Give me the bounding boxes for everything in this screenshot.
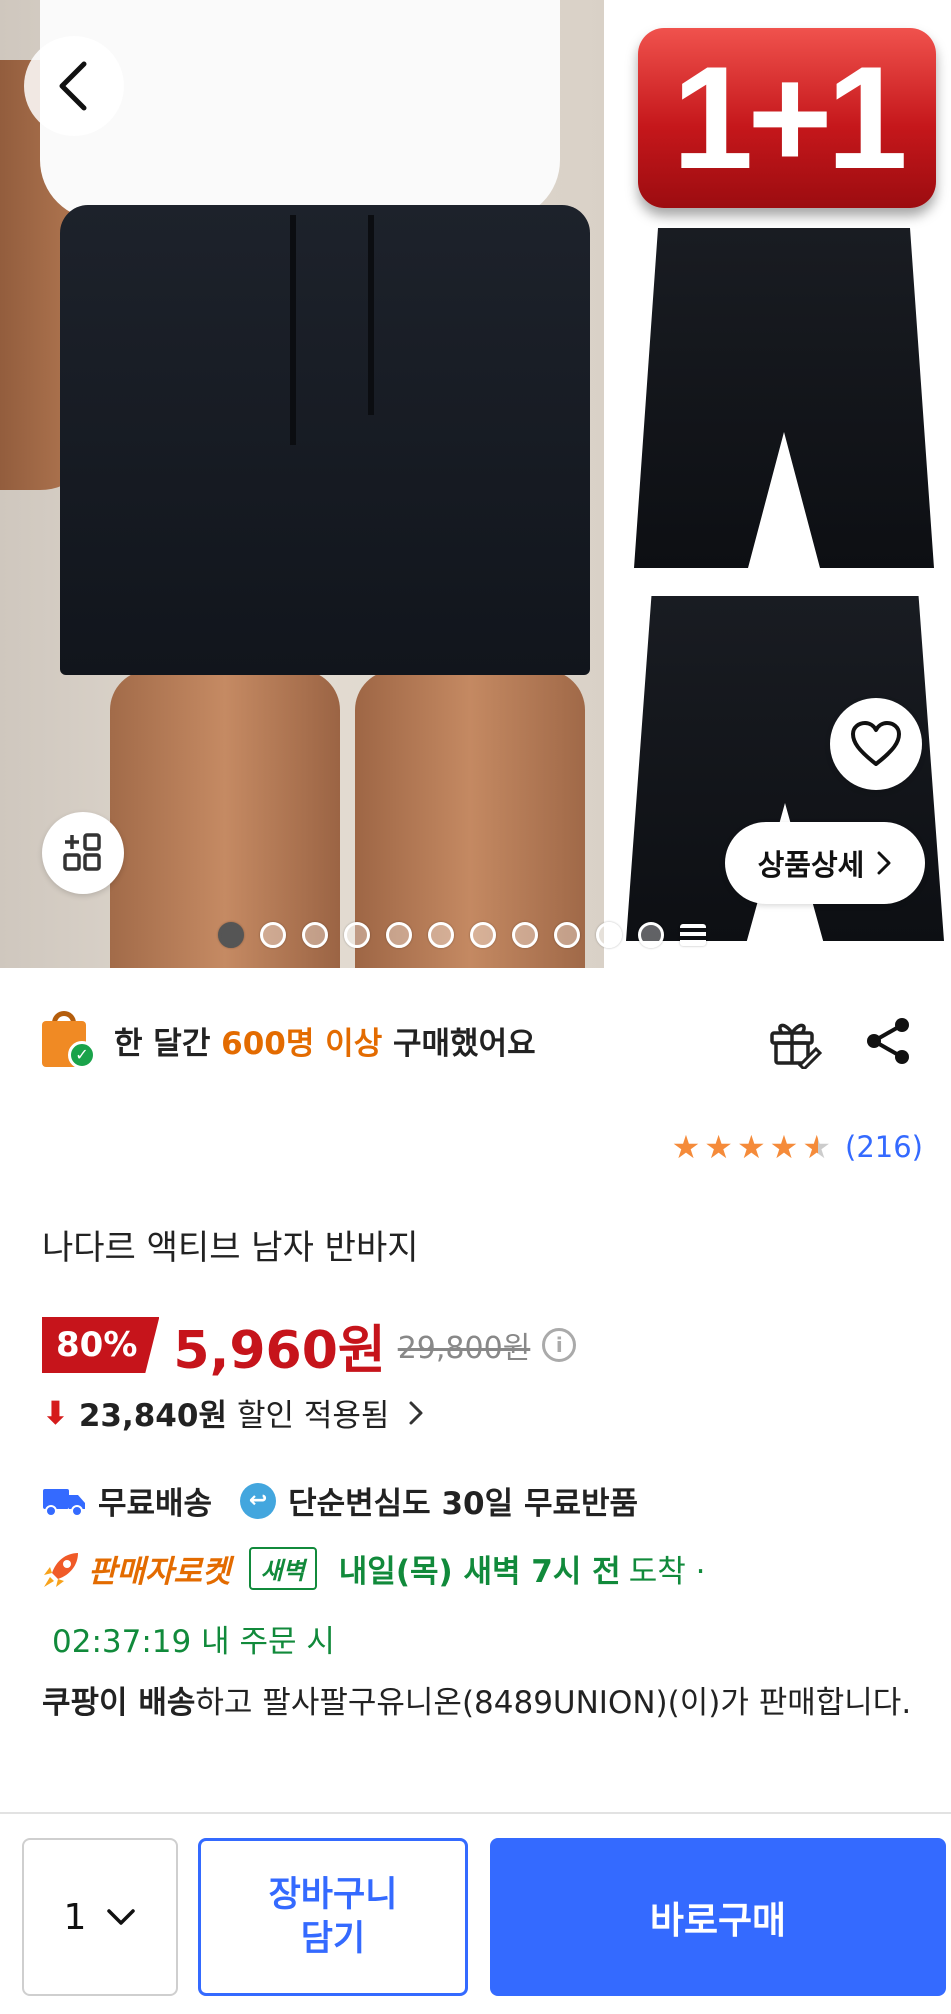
- free-shipping-label: 무료배송: [98, 1486, 213, 1522]
- delivery-row: 판매자로켓 새벽 내일(목) 새벽 7시 전 도착 ·: [42, 1546, 705, 1591]
- return-icon: ↩: [240, 1482, 277, 1519]
- pagination-dot[interactable]: [344, 922, 370, 948]
- pagination-dot[interactable]: [302, 922, 328, 948]
- bottom-action-bar: 1 장바구니 담기 바로구매: [0, 1812, 951, 2014]
- chevron-down-icon: [107, 1909, 136, 1925]
- star-icon: ★: [736, 1128, 766, 1166]
- pagination-dot[interactable]: [512, 922, 538, 948]
- original-price: 29,800원: [397, 1331, 531, 1366]
- seller-rocket-label: 판매자로켓: [88, 1554, 231, 1590]
- free-return-label: 단순변심도 30일 무료반품: [288, 1486, 639, 1522]
- discount-applied-row[interactable]: ⬇ 23,840원 할인 적용됨: [42, 1390, 425, 1435]
- star-icon: ★: [671, 1128, 701, 1166]
- buy-now-button[interactable]: 바로구매: [490, 1838, 946, 1996]
- pagination-dot[interactable]: [638, 922, 664, 948]
- seller-info: 쿠팡이 배송하고 팔사팔구유니온(8489UNION)(이)가 판매합니다.: [42, 1682, 922, 1724]
- quantity-value: 1: [63, 1896, 87, 1938]
- star-icon: ★: [704, 1128, 733, 1166]
- product-title: 나다르 액티브 남자 반바지: [42, 1228, 419, 1268]
- pagination-more-icon[interactable]: [680, 924, 706, 946]
- purchase-count-prefix: 한 달간: [114, 1025, 222, 1062]
- gift-rocket-icon[interactable]: [766, 1013, 822, 1069]
- grid-plus-icon: [63, 833, 101, 871]
- truck-icon: [43, 1488, 85, 1517]
- star-half-icon: ★: [802, 1128, 832, 1166]
- cart-label-line1: 장바구니: [268, 1875, 398, 1915]
- pagination-dot[interactable]: [554, 922, 580, 948]
- heart-icon: [851, 721, 901, 766]
- sale-price: 5,960원: [173, 1320, 386, 1381]
- pagination-dot[interactable]: [596, 922, 622, 948]
- pagination-dot[interactable]: [260, 922, 286, 948]
- chevron-right-icon: [877, 851, 891, 875]
- review-count[interactable]: (216): [845, 1130, 923, 1164]
- purchase-count-row: ✓ 한 달간 600명 이상 구매했어요: [42, 1005, 922, 1075]
- rating-row[interactable]: ★ ★ ★ ★ ★ (216): [672, 1130, 923, 1164]
- shipping-row: 무료배송 ↩ 단순변심도 30일 무료반품: [42, 1478, 638, 1523]
- quantity-select[interactable]: 1: [22, 1838, 178, 1996]
- purchase-count-text: 한 달간 600명 이상 구매했어요: [114, 1018, 536, 1063]
- wishlist-button[interactable]: [830, 698, 922, 790]
- discount-badge: 80%: [42, 1317, 160, 1373]
- grid-view-button[interactable]: [42, 812, 124, 894]
- dawn-delivery-badge: 새벽: [248, 1547, 317, 1590]
- pagination-dot[interactable]: [428, 922, 454, 948]
- pagination-dot[interactable]: [386, 922, 412, 948]
- share-icon[interactable]: [860, 1013, 916, 1069]
- add-to-cart-button[interactable]: 장바구니 담기: [198, 1838, 468, 1996]
- info-icon[interactable]: i: [542, 1328, 577, 1362]
- one-plus-one-badge: 1+1: [638, 28, 936, 208]
- discount-amount: 23,840원: [78, 1398, 227, 1434]
- product-detail-label: 상품상세: [757, 848, 865, 882]
- pagination-dot[interactable]: [218, 922, 244, 948]
- seller-info-rest: 하고 팔사팔구유니온(8489UNION)(이)가 판매합니다.: [195, 1685, 912, 1721]
- arrival-suffix: 도착 ·: [628, 1554, 706, 1590]
- back-button[interactable]: [24, 36, 124, 136]
- seller-info-bold: 쿠팡이 배송: [42, 1685, 196, 1721]
- star-icon: ★: [769, 1128, 799, 1166]
- product-detail-button[interactable]: 상품상세: [725, 822, 925, 904]
- price-row: 80% 5,960원 29,800원 i: [42, 1314, 577, 1381]
- discount-applied-text: 할인 적용됨: [236, 1398, 390, 1434]
- purchase-count-highlight: 600명 이상: [221, 1025, 383, 1062]
- shorts-image-top: [634, 228, 934, 568]
- rocket-icon: [44, 1552, 78, 1587]
- chevron-left-icon: [59, 61, 87, 111]
- shopping-bag-check-icon: ✓: [42, 1011, 96, 1069]
- pagination-dot[interactable]: [470, 922, 496, 948]
- gallery-pagination: [218, 922, 706, 948]
- order-countdown: 02:37:19 내 주문 시: [52, 1624, 335, 1660]
- chevron-right-icon: [409, 1401, 423, 1424]
- purchase-count-suffix: 구매했어요: [382, 1025, 536, 1062]
- product-image-gallery[interactable]: 1+1 상품상세: [0, 0, 951, 968]
- cart-label-line2: 담기: [300, 1919, 366, 1959]
- arrival-time: 내일(목) 새벽 7시 전: [338, 1554, 621, 1590]
- arrow-down-icon: ⬇: [42, 1393, 69, 1432]
